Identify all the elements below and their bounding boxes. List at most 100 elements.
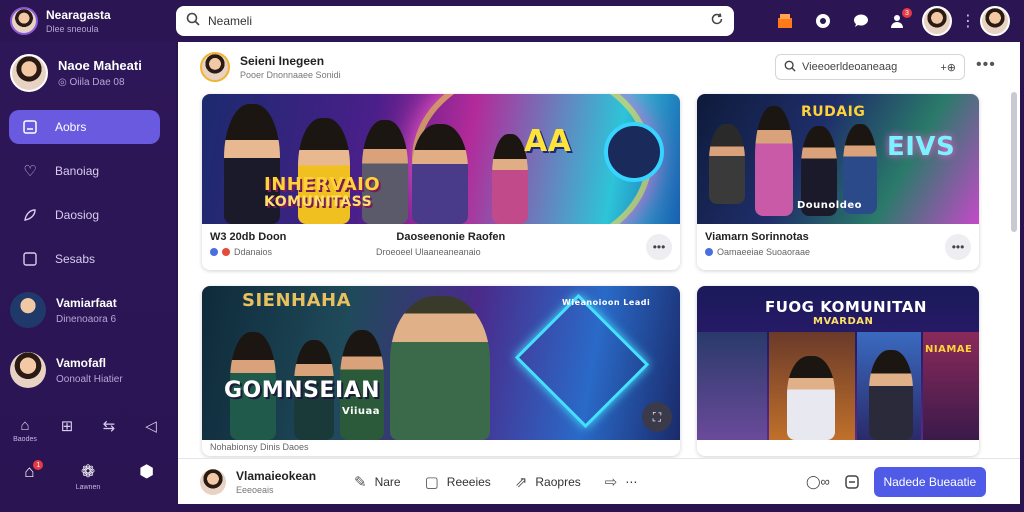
- friends-badge: 3: [902, 8, 912, 18]
- card-overlay-subtitle: GOMNSEIAN: [224, 378, 381, 403]
- post-card[interactable]: INHERVAIO KOMUNITASS AA W3 20db Doon Daos…: [202, 94, 680, 270]
- home-icon[interactable]: ⌂ 1: [9, 460, 49, 491]
- contact-item[interactable]: Vamiarfaat Dinenoaora 6: [10, 292, 117, 328]
- action-raopres[interactable]: ⇗ Raopres: [515, 473, 581, 491]
- app-logo-avatar: [10, 7, 38, 35]
- share-icon: ⇗: [514, 473, 528, 491]
- sidebar-item-label: Banoiag: [55, 164, 100, 178]
- bottom-user-avatar: [200, 468, 226, 495]
- contact-sub: Dinenoaora 6: [56, 313, 117, 325]
- friends-icon[interactable]: 3: [884, 6, 914, 36]
- card-overlay-title: SIENHAHA: [242, 290, 352, 311]
- sidebar-item-banoiag[interactable]: ♡ Banoiag: [9, 154, 160, 188]
- edit-icon: [21, 118, 39, 136]
- more-icon[interactable]: •••: [976, 56, 996, 74]
- sidebar-item-daosiog[interactable]: Daosiog: [9, 198, 160, 232]
- post-card[interactable]: SIENHAHA GOMNSEIAN Viiuaa Wieanoioon Lea…: [202, 286, 680, 456]
- book-icon[interactable]: ⊞: [54, 417, 80, 443]
- post-image: FUOG KOMUNITAN MVARDAN NIAMAE: [697, 286, 979, 440]
- contact-name: Vamofafl: [56, 355, 107, 370]
- card-overlay-label: Wieanoioon Leadi: [562, 298, 651, 307]
- feed-search-value: Vieeoerldeoaneaag: [802, 61, 898, 73]
- bottom-user-name: Vlamaieokean: [236, 468, 317, 483]
- feed-header[interactable]: Seieni Inegeen Pooer Dnonnaaee Sonidi: [200, 52, 341, 82]
- reaction-love-icon: [222, 248, 230, 256]
- action-reeeies[interactable]: ▢ Reeeies: [425, 473, 491, 491]
- action-nare[interactable]: ✎ Nare: [354, 473, 401, 491]
- card-overlay-subtitle: MVARDAN: [813, 316, 874, 327]
- forward-icon: ⇨: [604, 473, 618, 491]
- sidebar-item-sesabs[interactable]: Sesabs: [9, 242, 160, 276]
- explore-icon[interactable]: [808, 6, 838, 36]
- app-subtitle: Dlee sneoula: [46, 24, 99, 34]
- poster-sub: Pooer Dnonnaaee Sonidi: [240, 70, 341, 80]
- card-overlay-caption: Dounoldeo: [797, 200, 863, 211]
- feed-scrollbar[interactable]: [1010, 92, 1018, 452]
- sidebar-item-label: Daosiog: [55, 208, 100, 222]
- more-icon[interactable]: •••: [646, 234, 672, 260]
- post-meta: Ddanaios Droeoeel Ulaaneaneanaio: [210, 247, 672, 257]
- profile-status: ◎ Oiila Dae 08: [58, 77, 125, 88]
- search-icon: [784, 60, 796, 75]
- comment-count[interactable]: ◯∞: [806, 474, 830, 490]
- chat-icon[interactable]: [846, 6, 876, 36]
- global-search[interactable]: [176, 6, 734, 36]
- bottom-user-sub: Eeeoeais: [236, 484, 274, 495]
- card-overlay-title: INHERVAIO: [264, 174, 381, 195]
- profile-card[interactable]: Naoe Maheati ◎ Oiila Dae 08: [10, 54, 142, 92]
- refresh-icon[interactable]: [710, 12, 724, 31]
- post-card[interactable]: FUOG KOMUNITAN MVARDAN NIAMAE: [697, 286, 979, 456]
- pen-icon: ✎: [354, 473, 367, 491]
- search-input[interactable]: [208, 14, 702, 28]
- contact-avatar: [10, 292, 46, 328]
- more-vertical-icon[interactable]: ⋮: [960, 11, 976, 31]
- primary-action-button[interactable]: Nadede Bueaatie: [873, 467, 986, 497]
- card-overlay-badge: NIAMAE: [925, 344, 973, 355]
- feed-search-extra[interactable]: +⊕: [940, 61, 956, 74]
- scroll-thumb[interactable]: [1011, 92, 1017, 232]
- card-overlay-subtitle: EIVS: [887, 132, 956, 162]
- profile-avatar: [10, 54, 48, 92]
- sidebar-item-aobrs[interactable]: Aobrs: [9, 110, 160, 144]
- reaction-like-icon: [210, 248, 218, 256]
- account-avatar[interactable]: [980, 6, 1010, 36]
- group-icon[interactable]: ❁ Lawnen: [68, 462, 108, 491]
- settings-icon[interactable]: ⬢: [127, 462, 167, 491]
- user-avatar[interactable]: [922, 6, 952, 36]
- post-title: W3 20db Doon Daoseenonie Raofen: [210, 231, 506, 243]
- card-overlay-title: RUDAIG: [801, 104, 866, 120]
- app-title: Nearagasta: [46, 8, 111, 22]
- card-overlay-title: FUOG KOMUNITAN: [765, 298, 927, 316]
- poster-name: Seieni Inegeen: [240, 54, 325, 68]
- sidebar-bottom-nav: ⌂ 1 ❁ Lawnen ⬢: [0, 460, 176, 491]
- feed-search[interactable]: Vieeoerldeoaneaag +⊕: [775, 54, 965, 80]
- play-icon[interactable]: [604, 122, 664, 182]
- sidebar-item-label: Sesabs: [55, 252, 96, 266]
- poster-avatar: [200, 52, 230, 82]
- post-title: Nohabionsy Dinis Daoes: [210, 442, 309, 452]
- back-icon[interactable]: ◁: [138, 417, 164, 443]
- post-title: Viamarn Sorinnotas: [705, 231, 809, 243]
- card-overlay-subtitle: KOMUNITASS: [264, 194, 373, 210]
- post-image: SIENHAHA GOMNSEIAN Viiuaa Wieanoioon Lea…: [202, 286, 680, 440]
- share-icon[interactable]: ⇆: [96, 417, 122, 443]
- more-icon[interactable]: •••: [945, 234, 971, 260]
- post-image: RUDAIG EIVS Dounoldeo: [697, 94, 979, 224]
- sidebar-item-label: Aobrs: [55, 120, 87, 134]
- post-card[interactable]: RUDAIG EIVS Dounoldeo Viamarn Sorinnotas…: [697, 94, 979, 270]
- bell-icon[interactable]: ⌂ Baodes: [12, 417, 38, 443]
- contact-item[interactable]: Vamofafl Oonoalt Hiatier: [10, 352, 123, 388]
- action-more[interactable]: ⇨ ⋯: [605, 473, 638, 491]
- note-icon: ▢: [424, 473, 439, 491]
- main-feed: Seieni Inegeen Pooer Dnonnaaee Sonidi Vi…: [178, 42, 1020, 458]
- app-brand[interactable]: Nearagasta Dlee sneoula: [0, 7, 176, 35]
- fullscreen-icon[interactable]: ⛶: [642, 402, 672, 432]
- bottom-action-bar: Vlamaieokean Eeeoeais ✎ Nare ▢ Reeeies ⇗…: [178, 458, 1020, 504]
- store-icon[interactable]: [770, 6, 800, 36]
- bottom-user[interactable]: Vlamaieokean Eeeoeais: [200, 468, 330, 495]
- top-bar: Nearagasta Dlee sneoula 3 ⋮ ⋮: [0, 0, 1024, 42]
- search-icon: [186, 12, 200, 31]
- square-icon: [21, 250, 39, 268]
- more-vertical-icon-2[interactable]: ⋮: [1018, 11, 1024, 31]
- save-icon[interactable]: [844, 474, 860, 490]
